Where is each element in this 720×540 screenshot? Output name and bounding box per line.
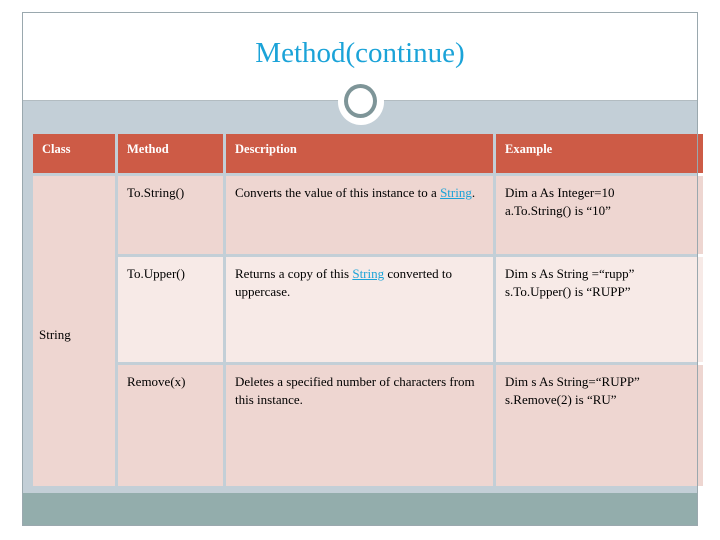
slide-canvas: Method(continue) Class Method Descriptio… <box>0 0 720 540</box>
method-description-cell: Converts the value of this instance to a… <box>226 176 493 254</box>
description-text-before: Deletes a specified number of characters… <box>235 374 475 407</box>
table-row: String To.String() Converts the value of… <box>33 176 703 486</box>
ring-circle <box>344 84 377 118</box>
method-example-cell: Dim s As String =“rupp” s.To.Upper() is “… <box>496 257 703 362</box>
example-line-2: s.To.Upper() is “RUPP” <box>505 284 631 299</box>
column-header-class: Class <box>33 134 115 173</box>
string-link[interactable]: String <box>352 266 384 281</box>
description-text-before: Converts the value of this instance to a <box>235 185 441 200</box>
method-name-cell: To.String() <box>118 176 223 254</box>
table-row: To.Upper() Returns a copy of this String… <box>33 257 703 362</box>
method-description-cell: Deletes a specified number of characters… <box>226 365 493 486</box>
method-name-cell: Remove(x) <box>118 365 223 486</box>
example-line-1: Dim s As String=“RUPP” <box>505 374 640 389</box>
footer-bar <box>23 493 697 525</box>
method-name-cell: To.Upper() <box>118 257 223 362</box>
ring-ornament-icon <box>335 78 387 126</box>
methods-table: Class Method Description Example String … <box>30 131 706 489</box>
method-example-cell: Dim a As Integer=10 a.To.String() is “10” <box>496 176 703 254</box>
string-link[interactable]: String <box>440 185 472 200</box>
description-text-before: Returns a copy of this <box>235 266 353 281</box>
class-name-cell: String <box>33 176 115 486</box>
example-line-2: s.Remove(2) is “RU” <box>505 392 617 407</box>
table-header-row: Class Method Description Example <box>33 134 703 173</box>
method-description-cell: Returns a copy of this String converted … <box>226 257 493 362</box>
column-header-method: Method <box>118 134 223 173</box>
table-row: Remove(x) Deletes a specified number of … <box>33 365 703 486</box>
example-line-1: Dim a As Integer=10 <box>505 185 615 200</box>
description-text-after: . <box>471 185 476 200</box>
column-header-description: Description <box>226 134 493 173</box>
page-title: Method(continue) <box>255 37 465 69</box>
column-header-example: Example <box>496 134 703 173</box>
example-line-1: Dim s As String =“rupp” <box>505 266 635 281</box>
example-line-2: a.To.String() is “10” <box>505 203 611 218</box>
method-example-cell: Dim s As String=“RUPP” s.Remove(2) is “RU… <box>496 365 703 486</box>
